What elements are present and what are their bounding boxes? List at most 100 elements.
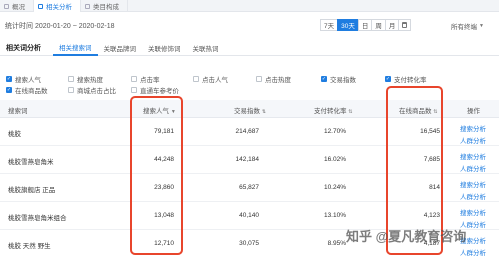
date-range: 统计时间 2020-01-20 ~ 2020-02-18	[5, 23, 115, 30]
search-analysis-link[interactable]: 搜索分析	[460, 151, 486, 161]
products-cell: 7,685	[423, 156, 440, 163]
metric-label: 搜索人气	[15, 77, 41, 84]
calendar-icon	[402, 22, 408, 28]
metric-label: 搜索热度	[77, 77, 103, 84]
period-7d-button[interactable]: 7天	[320, 19, 339, 31]
date-toolbar: 统计时间 2020-01-20 ~ 2020-02-18 7天 30天 日 周 …	[0, 16, 499, 36]
col-online-products[interactable]: 在线商品数 ⇅	[399, 105, 438, 115]
metric-checkbox-conversion[interactable]: ✓ 支付转化率	[385, 74, 427, 84]
conversion-cell: 8.95%	[327, 240, 346, 247]
col-label: 交易指数	[234, 108, 260, 115]
products-cell: 4,123	[423, 212, 440, 219]
sort-desc-icon: ▼	[170, 109, 176, 115]
crowd-analysis-link[interactable]: 人群分析	[460, 247, 486, 257]
metric-checkbox-click-popularity[interactable]: 点击人气	[193, 74, 228, 84]
sort-icon: ⇅	[261, 109, 267, 115]
checkbox-checked-icon: ✓	[385, 75, 391, 82]
checkbox-icon	[131, 76, 137, 82]
top-tab-bar: 概况 相关分析 类目构成	[0, 0, 499, 12]
tab-label: 类目构成	[93, 4, 119, 11]
metric-checkbox-click-heat[interactable]: 点击热度	[256, 74, 291, 84]
conversion-cell: 16.02%	[323, 156, 346, 163]
trade-index-cell: 214,687	[235, 128, 260, 135]
checkbox-checked-icon: ✓	[6, 75, 12, 82]
keyword-cell: 桃胶旗舰店 正品	[8, 187, 56, 194]
overview-icon	[4, 3, 9, 9]
terminal-label: 所有终端	[451, 24, 477, 31]
metric-label: 商城点击占比	[77, 88, 116, 95]
keyword-cell: 桃胶雪燕皂角米	[8, 159, 54, 166]
metric-label: 支付转化率	[394, 77, 427, 84]
metric-label: 点击热度	[265, 77, 291, 84]
col-keyword: 搜索词	[8, 108, 28, 115]
checkbox-icon	[68, 76, 74, 82]
metric-label: 点击人气	[202, 77, 228, 84]
row-actions: 搜索分析 人群分析	[460, 123, 486, 145]
metric-checkbox-trade-index[interactable]: ✓ 交易指数	[321, 74, 356, 84]
watermark: 知乎 @夏凡教育咨询	[346, 226, 466, 245]
category-icon	[85, 3, 90, 9]
crowd-analysis-link[interactable]: 人群分析	[460, 135, 486, 145]
chevron-down-icon: ▼	[479, 23, 484, 29]
metric-checkbox-search-heat[interactable]: 搜索热度	[68, 74, 103, 84]
tab-related-analysis[interactable]: 相关分析	[34, 0, 81, 12]
conversion-cell: 12.70%	[323, 128, 346, 135]
period-month-button[interactable]: 月	[384, 19, 400, 31]
search-analysis-link[interactable]: 搜索分析	[460, 207, 486, 217]
crowd-analysis-link[interactable]: 人群分析	[460, 191, 486, 201]
checkbox-checked-icon: ✓	[6, 86, 12, 93]
popularity-cell: 23,860	[154, 184, 174, 191]
metric-checkbox-search-popularity[interactable]: ✓ 搜索人气	[6, 74, 41, 84]
search-analysis-link[interactable]: 搜索分析	[460, 123, 486, 133]
terminal-dropdown[interactable]: 所有终端 ▼	[451, 21, 484, 31]
products-cell: 16,545	[420, 128, 440, 135]
popularity-cell: 79,181	[154, 128, 174, 135]
metric-checkbox-ctr[interactable]: 点击率	[131, 74, 160, 84]
period-30d-button[interactable]: 30天	[337, 19, 359, 31]
trade-index-cell: 30,075	[239, 240, 259, 247]
related-words-nav: 相关词分析 相关搜索词 关联品牌词 关联修饰词 关联热词	[0, 41, 499, 56]
tab-related-brand-words[interactable]: 关联品牌词	[98, 41, 143, 56]
sort-icon: ⇅	[433, 109, 438, 115]
period-day-button[interactable]: 日	[357, 19, 373, 31]
popularity-cell: 12,710	[154, 240, 174, 247]
metric-label: 交易指数	[330, 77, 356, 84]
checkbox-checked-icon: ✓	[321, 75, 327, 82]
calendar-button[interactable]	[398, 19, 412, 31]
table-row: 桃胶旗舰店 正品 23,860 65,827 10.24% 814 搜索分析 人…	[0, 174, 499, 202]
table-row: 桃胶 79,181 214,687 12.70% 16,545 搜索分析 人群分…	[0, 118, 499, 146]
col-label: 支付转化率	[314, 108, 347, 115]
metric-checkbox-ztc-price[interactable]: 直通车参考价	[131, 85, 179, 95]
row-actions: 搜索分析 人群分析	[460, 179, 486, 201]
metric-checkbox-online-products[interactable]: ✓ 在线商品数	[6, 85, 48, 95]
conversion-cell: 13.10%	[323, 212, 346, 219]
col-trade-index[interactable]: 交易指数 ⇅	[234, 105, 266, 115]
checkbox-icon	[193, 76, 199, 82]
tab-category-composition[interactable]: 类目构成	[81, 0, 128, 12]
keyword-cell: 桃胶 天然 野生	[8, 243, 51, 250]
metric-label: 点击率	[140, 77, 160, 84]
trade-index-cell: 65,827	[239, 184, 259, 191]
period-week-button[interactable]: 周	[371, 19, 386, 31]
trade-index-cell: 142,184	[235, 156, 260, 163]
sort-icon: ⇅	[348, 109, 353, 115]
col-conversion[interactable]: 支付转化率 ⇅	[314, 105, 353, 115]
tab-related-modifier-words[interactable]: 关联修饰词	[142, 41, 187, 56]
col-actions: 操作	[467, 108, 480, 115]
tab-overview[interactable]: 概况	[0, 0, 34, 12]
metric-filter: ✓ 搜索人气 搜索热度 点击率 点击人气 点击热度 ✓ 交易指数 ✓ 支付转化率…	[0, 69, 499, 95]
crowd-analysis-link[interactable]: 人群分析	[460, 163, 486, 173]
trade-index-cell: 40,140	[239, 212, 259, 219]
col-search-popularity[interactable]: 搜索人气 ▼	[143, 105, 176, 115]
popularity-cell: 44,248	[154, 156, 174, 163]
metric-checkbox-mall-click-ratio[interactable]: 商城点击占比	[68, 85, 116, 95]
keyword-cell: 桃胶	[8, 131, 21, 138]
tab-related-hot-words[interactable]: 关联热词	[187, 41, 225, 56]
popularity-cell: 13,048	[154, 212, 174, 219]
search-analysis-link[interactable]: 搜索分析	[460, 179, 486, 189]
col-label: 搜索人气	[143, 108, 169, 115]
tab-label: 相关分析	[46, 4, 72, 11]
checkbox-icon	[131, 87, 137, 93]
tab-related-search-words[interactable]: 相关搜索词	[53, 41, 98, 56]
watermark-text: 知乎 @夏凡教育咨询	[346, 229, 467, 244]
